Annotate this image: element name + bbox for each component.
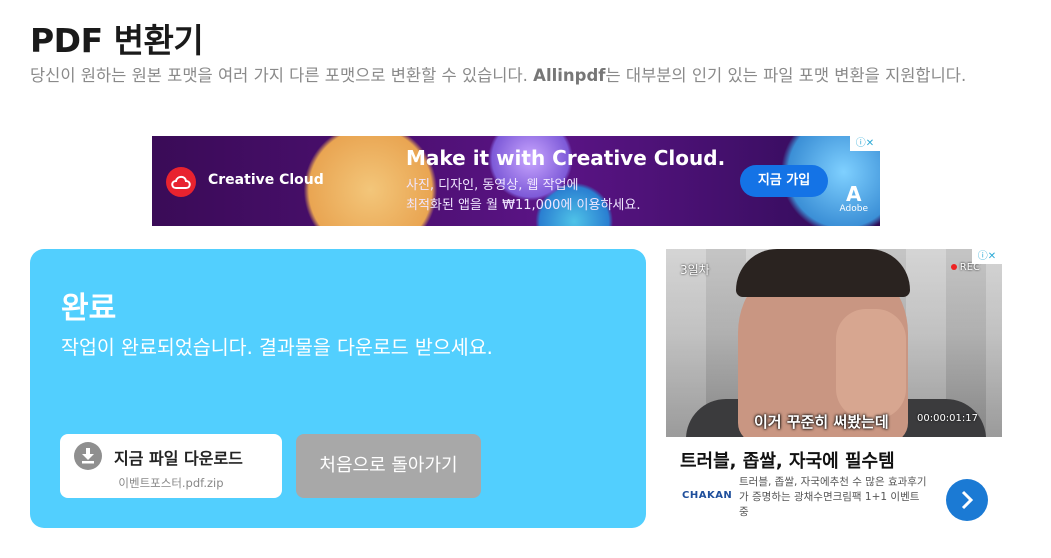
video-hand: [836, 309, 906, 419]
chakan-logo: CHAKAN: [682, 490, 733, 501]
video-timecode: 00:00:01:17: [916, 413, 978, 424]
result-title: 완료: [61, 291, 117, 326]
side-ad-body: 트러블, 좁쌀, 자국에추천 수 많은 효과후기가 증명하는 광채수면크림팩 1…: [739, 476, 927, 518]
banner-headline: Make it with Creative Cloud.: [406, 146, 726, 170]
creative-cloud-logo-icon: [166, 167, 196, 197]
download-button[interactable]: 지금 파일 다운로드 이벤트포스터.pdf.zip: [60, 434, 282, 498]
adchoice-icon[interactable]: ⓘ✕: [850, 136, 880, 151]
rec-dot-icon: [950, 264, 957, 270]
back-to-start-button[interactable]: 처음으로 돌아가기: [296, 434, 481, 498]
chevron-right-icon[interactable]: [946, 479, 988, 521]
banner-subline-1: 사진, 디자인, 동영상, 웹 작업에: [406, 178, 579, 193]
adobe-logo: A Adobe: [840, 184, 868, 214]
description-text-1: 당신이 원하는 원본 포맷을 여러 가지 다른 포맷으로 변환할 수 있습니다.: [30, 66, 534, 85]
banner-subline-2: 최적화된 앱을 월 ₩11,000에 이용하세요.: [406, 198, 641, 213]
download-filename: 이벤트포스터.pdf.zip: [118, 476, 224, 490]
banner-subline: 사진, 디자인, 동영상, 웹 작업에 최적화된 앱을 월 ₩11,000에 이…: [406, 176, 706, 216]
banner-ad[interactable]: Creative Cloud Make it with Creative Clo…: [152, 136, 880, 226]
video-day-label: 3일차: [680, 263, 710, 277]
page-title: PDF 변환기: [30, 21, 204, 60]
side-adchoice-icon[interactable]: ⓘ✕: [972, 249, 1002, 264]
video-hair: [736, 249, 910, 297]
adobe-label: Adobe: [839, 204, 868, 214]
banner-brand: Creative Cloud: [208, 172, 324, 188]
adobe-logo-icon: A: [846, 182, 862, 206]
ad-video[interactable]: 3일차 REC 이거 꾸준히 써봤는데 00:00:01:17: [666, 249, 1002, 437]
page-description: 당신이 원하는 원본 포맷을 여러 가지 다른 포맷으로 변환할 수 있습니다.…: [30, 62, 1005, 89]
side-ad[interactable]: 3일차 REC 이거 꾸준히 써봤는데 00:00:01:17 ⓘ✕ 트러블, …: [666, 249, 1002, 529]
video-caption: 이거 꾸준히 써봤는데: [754, 413, 889, 431]
description-text-2: 는 대부분의 인기 있는 파일 포맷 변환을 지원합니다.: [605, 66, 967, 85]
download-icon: [74, 442, 102, 470]
download-label: 지금 파일 다운로드: [114, 449, 243, 468]
result-card: 완료 작업이 완료되었습니다. 결과물을 다운로드 받으세요. 지금 파일 다운…: [30, 249, 646, 528]
description-brand: Allinpdf: [533, 66, 606, 85]
result-message: 작업이 완료되었습니다. 결과물을 다운로드 받으세요.: [61, 336, 493, 359]
banner-signup-button[interactable]: 지금 가입: [740, 165, 828, 197]
side-ad-headline[interactable]: 트러블, 좁쌀, 자국에 필수템: [680, 447, 895, 473]
